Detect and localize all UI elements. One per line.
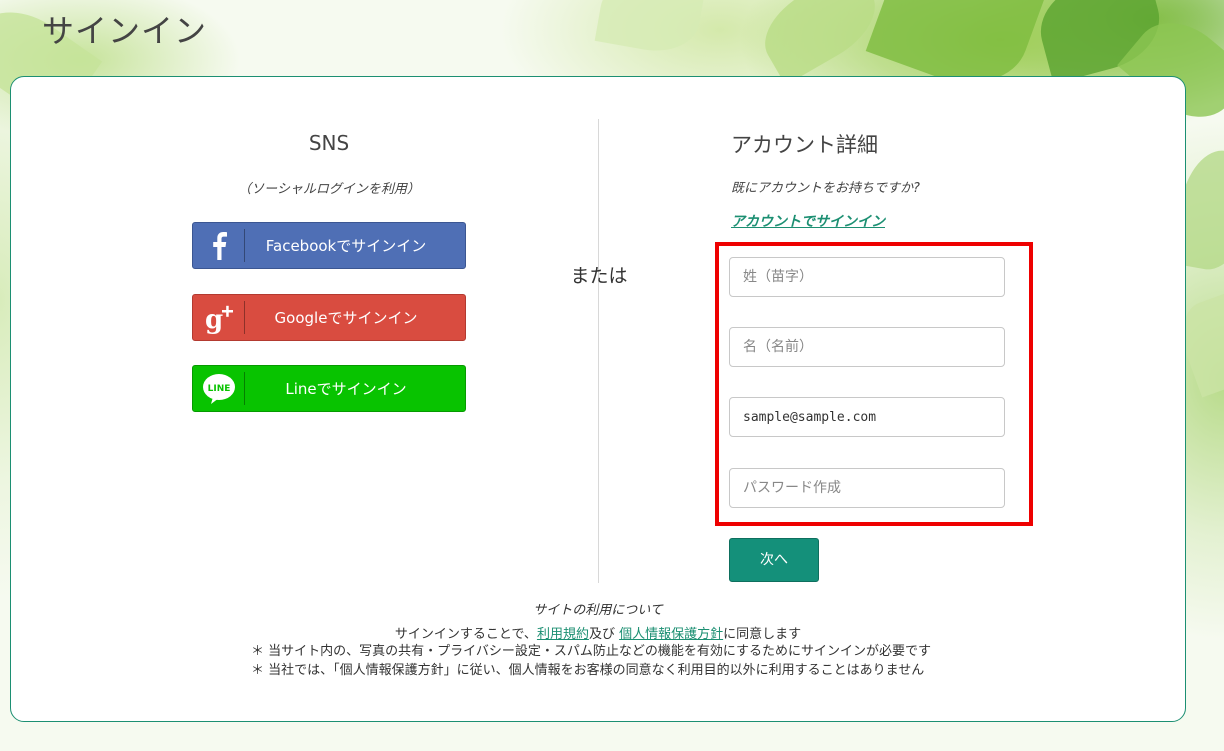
account-details-title: アカウント詳細 <box>731 133 878 157</box>
facebook-icon <box>193 229 245 262</box>
column-divider <box>598 119 599 583</box>
agreement-and: 及び <box>588 627 615 642</box>
existing-account-question: 既にアカウントをお持ちですか? <box>731 181 920 196</box>
signin-card: SNS （ソーシャルログインを利用） Facebookでサインイン g Goog… <box>10 76 1186 722</box>
agreement-suffix: に同意します <box>723 627 802 642</box>
google-plus-icon: g <box>193 301 245 334</box>
svg-text:g: g <box>205 305 223 334</box>
terms-link[interactable]: 利用規約 <box>537 627 589 642</box>
agreement-line: サインインすることで、利用規約及び 個人情報保護方針に同意します <box>11 623 1185 642</box>
google-signin-label: Googleでサインイン <box>274 309 418 327</box>
footer-note: ＊ 当社では、「個人情報保護方針」に従い、個人情報をお客様の同意なく利用目的以外… <box>251 663 925 678</box>
facebook-signin-button[interactable]: Facebookでサインイン <box>192 222 466 269</box>
email-input[interactable] <box>729 397 1005 437</box>
account-signin-link[interactable]: アカウントでサインイン <box>731 211 885 231</box>
line-icon: LINE <box>193 372 245 405</box>
line-signin-button[interactable]: LINE Lineでサインイン <box>192 365 466 412</box>
sns-subtitle: （ソーシャルログインを利用） <box>238 182 420 197</box>
page-title: サインイン <box>42 12 208 50</box>
site-usage-title: サイトの利用について <box>533 603 663 618</box>
sns-title: SNS <box>308 131 350 155</box>
agreement-prefix: サインインすることで、 <box>394 627 537 642</box>
last-name-input[interactable] <box>729 257 1005 297</box>
footer-note: ＊ 当サイト内の、写真の共有・プライバシー設定・スパム防止などの機能を有効にする… <box>251 644 932 659</box>
privacy-policy-link[interactable]: 個人情報保護方針 <box>619 627 723 642</box>
line-signin-label: Lineでサインイン <box>285 380 407 398</box>
facebook-signin-label: Facebookでサインイン <box>265 237 427 255</box>
footer-notes: ＊ 当サイト内の、写真の共有・プライバシー設定・スパム防止などの機能を有効にする… <box>251 642 931 680</box>
or-label: または <box>570 265 628 287</box>
next-button[interactable]: 次へ <box>729 538 819 582</box>
google-signin-button[interactable]: g Googleでサインイン <box>192 294 466 341</box>
password-input[interactable] <box>729 468 1005 508</box>
svg-text:LINE: LINE <box>207 384 230 394</box>
first-name-input[interactable] <box>729 327 1005 367</box>
